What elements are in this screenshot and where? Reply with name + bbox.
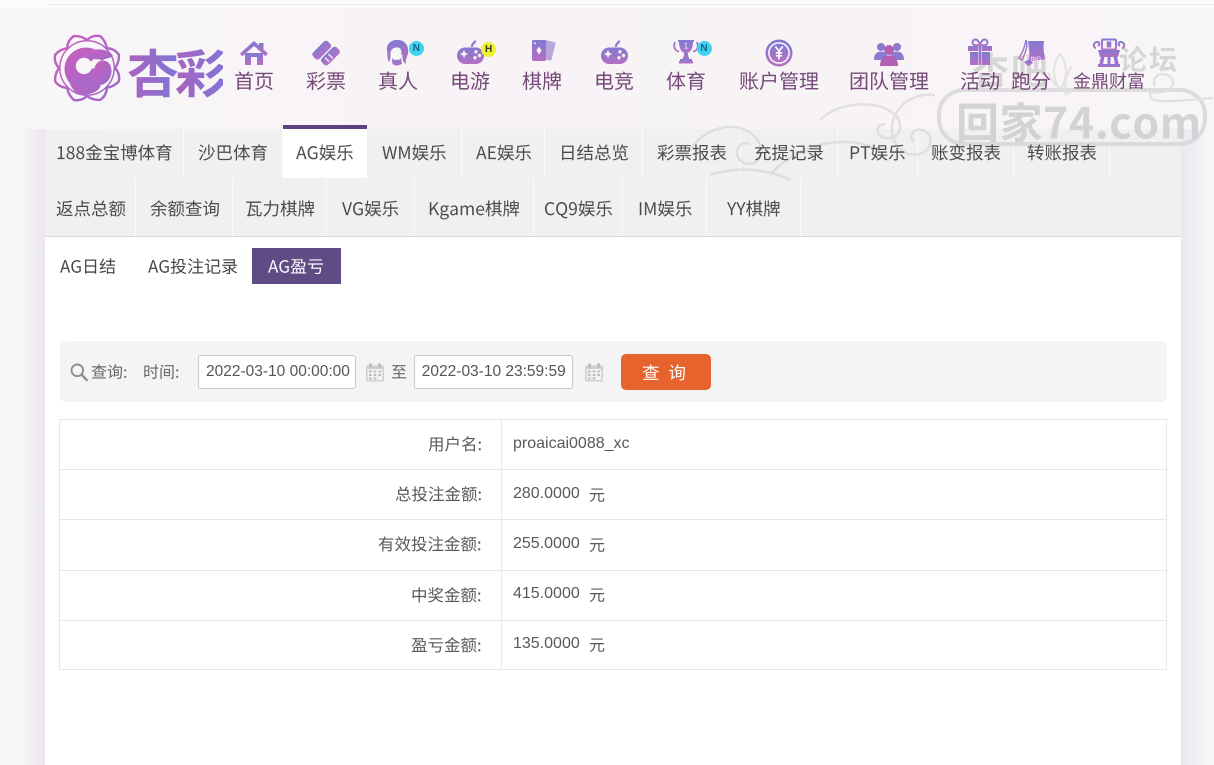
svg-text:ING: ING (1031, 57, 1042, 63)
svg-text:1: 1 (684, 42, 689, 51)
